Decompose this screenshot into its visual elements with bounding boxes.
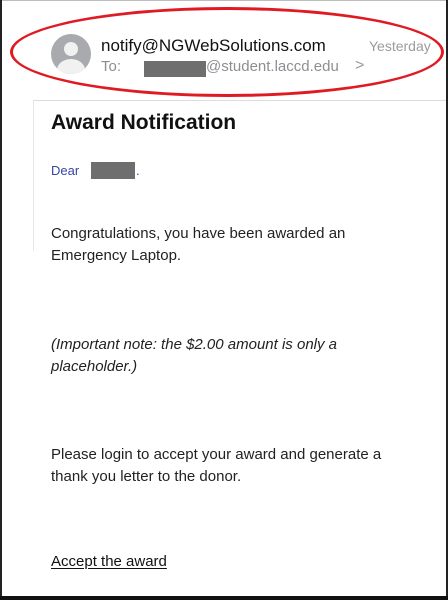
- message-title: Award Notification: [51, 111, 237, 134]
- content-edge-divider: [33, 101, 34, 251]
- timestamp: Yesterday: [369, 38, 431, 54]
- recipient-domain: @student.laccd.edu: [206, 58, 339, 75]
- avatar: [51, 34, 91, 74]
- greeting-punctuation: .: [136, 163, 140, 178]
- accept-award-link[interactable]: Accept the award: [51, 553, 167, 570]
- greeting-text: Dear: [51, 163, 80, 178]
- header-divider: [33, 100, 447, 101]
- redacted-recipient: [144, 61, 206, 77]
- message-paragraph-award: Congratulations, you have been awarded a…: [51, 225, 346, 264]
- frame-left-edge: [0, 0, 2, 600]
- to-label: To:: [101, 58, 122, 75]
- email-screenshot: notify@NGWebSolutions.com Yesterday To: …: [0, 0, 448, 600]
- message-paragraph-note: (Important note: the $2.00 amount is onl…: [51, 336, 338, 375]
- redacted-name: [91, 162, 135, 179]
- message-paragraph-login: Please login to accept your award and ge…: [51, 446, 382, 485]
- sender-address[interactable]: notify@NGWebSolutions.com: [101, 36, 326, 56]
- frame-bottom-edge: [0, 596, 448, 600]
- email-header: notify@NGWebSolutions.com Yesterday To: …: [1, 1, 447, 97]
- avatar-head: [64, 42, 78, 56]
- chevron-right-icon[interactable]: >: [355, 57, 364, 75]
- avatar-shoulders: [57, 59, 85, 74]
